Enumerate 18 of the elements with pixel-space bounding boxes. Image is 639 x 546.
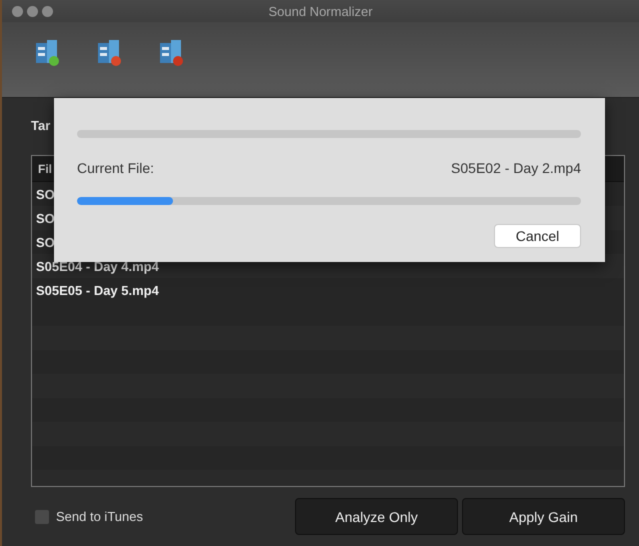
file-name[interactable]: SO	[36, 234, 55, 250]
action-button[interactable]: Apply Gain	[462, 498, 625, 535]
current-file-label: Current File:	[77, 160, 154, 176]
checkbox-label: Send to iTunes	[56, 509, 144, 524]
cancel-button[interactable]: Cancel	[494, 224, 581, 248]
minimize-button[interactable]	[27, 6, 38, 16]
file-name[interactable]: S05E04 - Day 4.mp4	[36, 258, 159, 274]
action-button[interactable]: Analyze Only	[295, 498, 458, 535]
current-file-name: S05E02 - Day 2.mp4	[451, 160, 581, 176]
column-header: Fil	[38, 162, 52, 176]
file-name[interactable]: SO	[36, 210, 55, 226]
file-name[interactable]: S05E05 - Day 5.mp4	[36, 282, 159, 298]
file-name[interactable]: SO	[36, 186, 55, 202]
zoom-button[interactable]	[42, 6, 53, 16]
checkbox[interactable]	[35, 510, 49, 524]
close-button[interactable]	[12, 6, 23, 16]
window-title: Sound Normalizer	[268, 4, 373, 18]
target-label: Tar	[31, 118, 50, 133]
